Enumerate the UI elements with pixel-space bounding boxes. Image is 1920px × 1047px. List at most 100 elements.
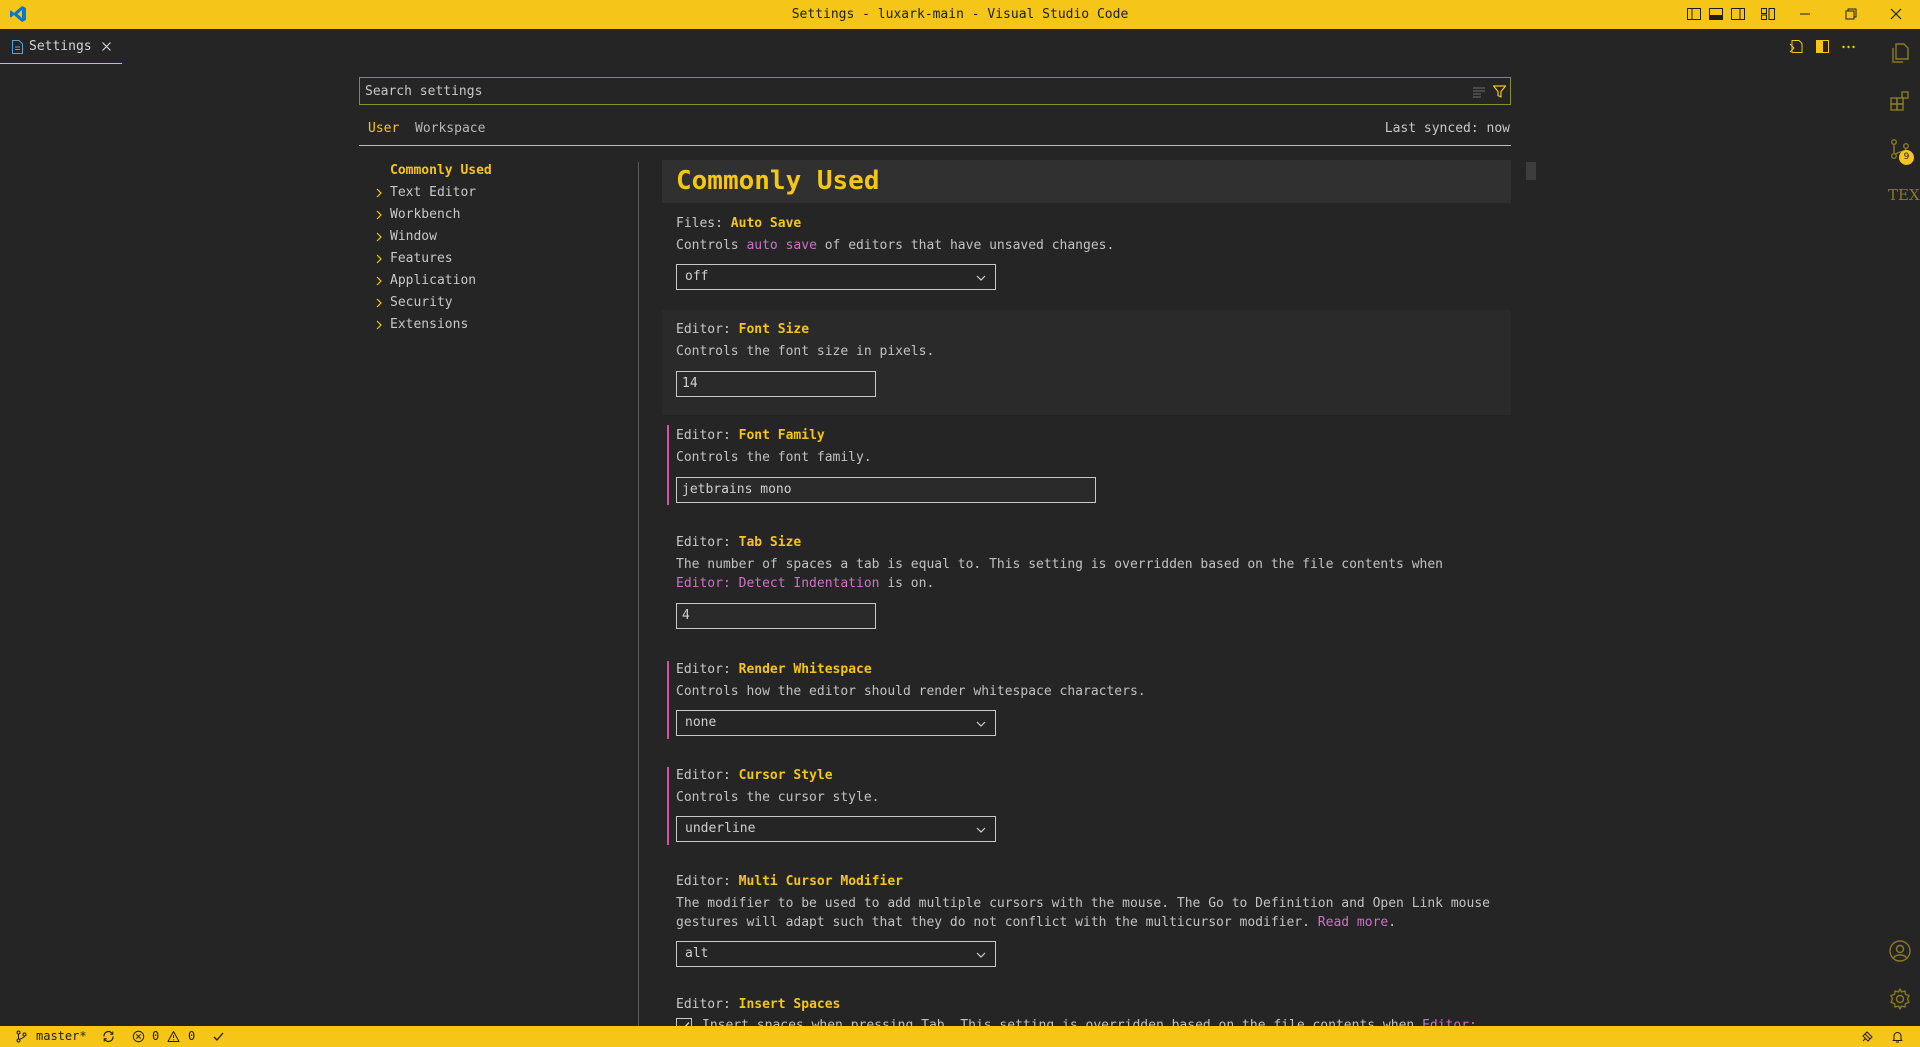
open-settings-json-icon[interactable] (1788, 38, 1805, 55)
auto-save-link[interactable]: auto save (746, 238, 816, 253)
tex-icon[interactable]: TEX (1888, 185, 1920, 205)
toc-item-label: Commonly Used (390, 163, 492, 178)
warning-icon (167, 1031, 180, 1042)
insert-spaces-checkbox[interactable] (676, 1018, 692, 1026)
setting-auto-save: Files: Auto Save Controls auto save of e… (662, 212, 1511, 302)
toc-item-extensions[interactable]: Extensions (373, 314, 628, 336)
setting-title: Editor: Cursor Style (676, 768, 833, 783)
git-branch-icon (16, 1030, 27, 1043)
render-whitespace-select[interactable]: none (676, 710, 996, 736)
toc-divider (638, 162, 639, 1027)
manage-gear-icon[interactable] (1888, 987, 1912, 1011)
toc-item-application[interactable]: Application (373, 270, 628, 292)
branch-status[interactable]: master* (36, 1026, 87, 1047)
font-family-input[interactable]: jetbrains mono (676, 477, 1096, 503)
scrollbar-thumb[interactable] (1526, 162, 1536, 180)
close-tab-icon[interactable] (101, 41, 112, 52)
toc-item-features[interactable]: Features (373, 248, 628, 270)
toggle-secondary-sidebar-icon[interactable] (1730, 6, 1746, 22)
tab-workspace[interactable]: Workspace (415, 120, 485, 138)
setting-cursor-style: Editor: Cursor Style Controls the cursor… (662, 767, 1511, 852)
toggle-primary-sidebar-icon[interactable] (1686, 6, 1702, 22)
toc-item-label: Features (390, 251, 453, 266)
cursor-style-select[interactable]: underline (676, 816, 996, 842)
read-more-link[interactable]: Read more (1318, 915, 1388, 930)
setting-title: Editor: Tab Size (676, 535, 802, 550)
setting-description: Controls the font size in pixels. (676, 344, 935, 359)
chevron-down-icon (976, 952, 986, 958)
toc-item-text-editor[interactable]: Text Editor (373, 182, 628, 204)
setting-description: The number of spaces a tab is equal to. … (676, 557, 1444, 572)
chevron-down-icon (976, 827, 986, 833)
setting-insert-spaces: Editor: Insert Spaces Insert spaces when… (662, 996, 1511, 1026)
setting-description: Insert spaces when pressing Tab. This se… (702, 1018, 1477, 1026)
setting-font-size: Editor: Font Size Controls the font size… (662, 310, 1511, 415)
setting-title: Files: Auto Save (676, 216, 802, 231)
chevron-right-icon (376, 298, 382, 308)
modified-indicator (667, 661, 669, 739)
notifications-bell-icon[interactable] (1891, 1030, 1904, 1043)
toc-item-window[interactable]: Window (373, 226, 628, 248)
font-size-input[interactable]: 14 (676, 371, 876, 397)
setting-title: Editor: Font Family (676, 428, 825, 443)
activity-bar: 9 TEX (1880, 29, 1920, 1026)
source-control-badge: 9 (1899, 150, 1914, 165)
close-window-icon[interactable] (1888, 6, 1904, 22)
modified-indicator (667, 425, 669, 505)
section-header: Commonly Used (662, 160, 1511, 203)
setting-description: The modifier to be used to add multiple … (676, 896, 1490, 911)
accounts-icon[interactable] (1888, 939, 1912, 963)
clear-filter-icon[interactable] (1472, 85, 1486, 99)
last-synced-label: Last synced: now (1384, 121, 1510, 136)
toc-item-workbench[interactable]: Workbench (373, 204, 628, 226)
settings-search-box[interactable] (359, 77, 1511, 105)
toc-item-label: Window (390, 229, 437, 244)
setting-description: Controls the font family. (676, 450, 872, 465)
setting-title: Editor: Multi Cursor Modifier (676, 874, 903, 889)
toc-item-label: Application (390, 273, 477, 288)
check-icon[interactable] (212, 1030, 225, 1043)
window-title: Settings - luxark-main - Visual Studio C… (791, 7, 1129, 22)
settings-tab-label: Settings (29, 39, 92, 54)
filter-icon[interactable] (1492, 84, 1507, 99)
setting-render-whitespace: Editor: Render Whitespace Controls how t… (662, 661, 1511, 746)
editor-tab-bar: Settings (0, 29, 1880, 64)
multi-cursor-modifier-select[interactable]: alt (676, 941, 996, 967)
toc-item-label: Text Editor (390, 185, 477, 200)
section-title: Commonly Used (676, 166, 880, 196)
toc-item-commonly-used[interactable]: Commonly Used (373, 160, 628, 182)
sync-icon[interactable] (102, 1030, 115, 1043)
error-icon (132, 1030, 145, 1043)
tab-size-input[interactable]: 4 (676, 603, 876, 629)
minimize-icon[interactable] (1797, 6, 1813, 22)
toggle-panel-icon[interactable] (1708, 6, 1724, 22)
restore-icon[interactable] (1843, 6, 1859, 22)
explorer-icon[interactable] (1888, 41, 1912, 65)
error-count[interactable]: 0 (152, 1026, 159, 1047)
setting-description: Controls how the editor should render wh… (676, 684, 1146, 699)
toc-item-security[interactable]: Security (373, 292, 628, 314)
detect-indentation-link[interactable]: Editor: Detect Indentation (676, 576, 880, 591)
chevron-down-icon (976, 275, 986, 281)
tab-user[interactable]: User (368, 120, 399, 138)
split-editor-icon[interactable] (1814, 38, 1831, 55)
settings-tab[interactable]: Settings (0, 29, 122, 64)
toc-item-label: Workbench (390, 207, 461, 222)
more-actions-icon[interactable] (1840, 38, 1857, 55)
setting-title: Editor: Insert Spaces (676, 997, 841, 1012)
scope-tabs-divider (359, 145, 1511, 146)
search-input[interactable] (365, 78, 1465, 104)
modified-indicator (667, 767, 669, 845)
extensions-icon[interactable] (1888, 89, 1912, 113)
feedback-icon[interactable] (1861, 1030, 1874, 1043)
setting-title: Editor: Font Size (676, 322, 810, 337)
customize-layout-icon[interactable] (1760, 6, 1776, 22)
toc-item-label: Security (390, 295, 453, 310)
chevron-right-icon (376, 254, 382, 264)
warning-count[interactable]: 0 (188, 1026, 195, 1047)
auto-save-select[interactable]: off (676, 264, 996, 290)
setting-description: Controls auto save of editors that have … (676, 238, 1115, 253)
setting-font-family: Editor: Font Family Controls the font fa… (662, 425, 1511, 510)
chevron-right-icon (376, 232, 382, 242)
chevron-down-icon (976, 721, 986, 727)
